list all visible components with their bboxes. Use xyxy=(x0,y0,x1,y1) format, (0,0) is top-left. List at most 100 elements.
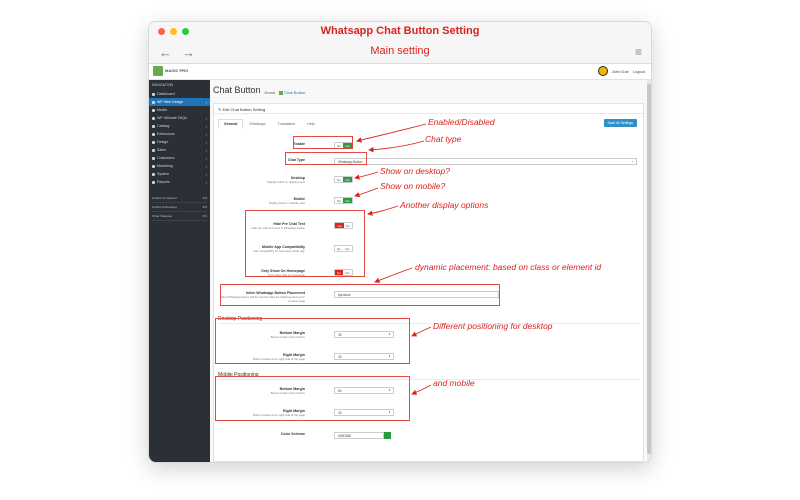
mobile-toggle[interactable]: No Yes xyxy=(334,197,353,204)
scrollbar-thumb[interactable] xyxy=(647,84,651,454)
section-title: Main setting xyxy=(370,45,430,57)
stat-value: 0% xyxy=(202,205,207,209)
sidebar-item-label: Design xyxy=(157,140,169,144)
gear-icon xyxy=(152,116,155,120)
window-title: Whatsapp Chat Button Setting xyxy=(320,25,480,37)
annotation-desktop: Show on desktop? xyxy=(380,166,450,176)
annotation-chat-type: Chat type xyxy=(425,134,462,144)
sidebar-item-label: WP Ultimate FAQs xyxy=(157,116,187,120)
sidebar-item-label: Media xyxy=(157,108,167,112)
color-swatch[interactable] xyxy=(384,432,391,439)
desktop-toggle[interactable]: No Yes xyxy=(334,176,353,183)
sidebar-item-design[interactable]: Design › xyxy=(149,138,210,146)
page-title: Chat Button xyxy=(213,85,261,95)
sidebar-item-wp-web-design[interactable]: WP Web Design › xyxy=(149,98,210,106)
chevron-right-icon: › xyxy=(205,139,207,145)
sidebar: NAVIGATION Dashboard WP Web Design › Medi… xyxy=(149,80,210,462)
logout-link[interactable]: Logout xyxy=(633,69,645,74)
toggle-no[interactable]: No xyxy=(335,177,343,182)
chevron-right-icon: › xyxy=(205,163,207,169)
hamburger-icon[interactable]: ≡ xyxy=(635,45,642,59)
window-titlebar: Whatsapp Chat Button Setting xyxy=(149,22,651,42)
sidebar-item-marketing[interactable]: Marketing › xyxy=(149,162,210,170)
chevron-right-icon: › xyxy=(205,115,207,121)
save-all-settings-button[interactable]: Save All Settings xyxy=(603,119,637,127)
stat-row: Orders Processing 0% xyxy=(152,203,207,212)
user-icon xyxy=(152,156,155,160)
annotation-desktop-positioning: Different positioning for desktop xyxy=(433,321,553,331)
sidebar-item-faqs[interactable]: WP Ultimate FAQs › xyxy=(149,114,210,122)
annotation-mobile: Show on mobile? xyxy=(380,181,446,191)
annotation-dynamic: dynamic placement: based on class or ele… xyxy=(415,262,602,272)
sidebar-item-label: Marketing xyxy=(157,164,173,168)
image-icon xyxy=(152,108,155,112)
sidebar-item-dashboard[interactable]: Dashboard xyxy=(149,90,210,98)
inline-placement-highlight xyxy=(220,284,500,306)
chart-icon xyxy=(152,180,155,184)
logo-icon xyxy=(153,66,163,76)
chevron-right-icon: › xyxy=(205,99,207,105)
sidebar-item-extensions[interactable]: Extensions › xyxy=(149,130,210,138)
desktop-positioning-highlight xyxy=(215,318,410,364)
scrollbar[interactable] xyxy=(647,80,651,462)
settings-tabs: General Whatsapp Translation Help xyxy=(218,119,321,129)
chevron-right-icon: › xyxy=(205,147,207,153)
share-icon xyxy=(152,164,155,168)
sidebar-item-reports[interactable]: Reports › xyxy=(149,178,210,186)
puzzle-icon xyxy=(152,132,155,136)
toggle-no[interactable]: No xyxy=(335,198,343,203)
puzzle-icon xyxy=(152,100,155,104)
breadcrumb-current-label: Chat Button xyxy=(284,90,306,95)
tab-general[interactable]: General xyxy=(218,119,244,129)
stat-row: Other Statuses 0% xyxy=(152,212,207,221)
avatar[interactable] xyxy=(597,66,608,76)
chat-type-highlight xyxy=(285,152,367,165)
sidebar-item-media[interactable]: Media xyxy=(149,106,210,114)
tag-icon xyxy=(152,124,155,128)
tab-translation[interactable]: Translation xyxy=(272,119,302,129)
sidebar-item-label: Catalog xyxy=(157,124,170,128)
sidebar-item-system[interactable]: System › xyxy=(149,170,210,178)
mobile-help: Display button in Mobile view xyxy=(268,201,305,205)
panel-heading-text: Edit Chat Button Setting xyxy=(222,107,266,112)
order-stats: Orders Completed 0% Orders Processing 0% O… xyxy=(152,194,207,221)
sidebar-item-label: Extensions xyxy=(157,132,175,136)
sidebar-item-label: Sales xyxy=(157,148,166,152)
cart-icon xyxy=(152,148,155,152)
user-menu[interactable]: John Doe Logout xyxy=(597,66,645,76)
nav-header: NAVIGATION xyxy=(152,83,174,87)
chevron-right-icon: › xyxy=(205,155,207,161)
toggle-yes[interactable]: Yes xyxy=(342,177,352,182)
color-scheme-input[interactable]: #25D366 xyxy=(334,432,384,439)
stat-label: Other Statuses xyxy=(152,214,173,218)
plugin-icon xyxy=(279,90,284,95)
annotation-enabled: Enabled/Disabled xyxy=(428,117,495,127)
sidebar-item-label: Reports xyxy=(157,180,170,184)
sidebar-item-catalog[interactable]: Catalog › xyxy=(149,122,210,130)
app-header: MAGIC PRO John Doe Logout xyxy=(149,64,651,80)
tab-help[interactable]: Help xyxy=(301,119,320,129)
sidebar-item-sales[interactable]: Sales › xyxy=(149,146,210,154)
sidebar-item-label: Customers xyxy=(157,156,175,160)
stat-label: Orders Completed xyxy=(152,196,177,200)
user-name[interactable]: John Doe xyxy=(612,69,629,74)
color-scheme-label: Color Scheme xyxy=(280,432,305,436)
chevron-right-icon: › xyxy=(205,179,207,185)
page-header: Chat Button Home Chat Button xyxy=(213,85,305,95)
browser-toolbar: ← → Main setting ≡ xyxy=(149,42,651,64)
breadcrumb-current[interactable]: Chat Button xyxy=(279,90,305,95)
desktop-label: Desktop Display button in desktop view xyxy=(267,176,305,184)
toggle-yes[interactable]: Yes xyxy=(342,198,352,203)
monitor-icon xyxy=(152,140,155,144)
dashboard-icon xyxy=(152,92,155,96)
chat-type-select[interactable]: Whatsapp Button ⌄ xyxy=(334,158,637,165)
chevron-right-icon: › xyxy=(205,131,207,137)
brand-logo[interactable]: MAGIC PRO xyxy=(153,66,188,76)
sidebar-item-customers[interactable]: Customers › xyxy=(149,154,210,162)
logo-text: MAGIC PRO xyxy=(165,68,189,73)
mobile-positioning-highlight xyxy=(215,376,410,421)
breadcrumb-home[interactable]: Home xyxy=(265,90,276,95)
tab-whatsapp[interactable]: Whatsapp xyxy=(243,119,271,129)
mobile-label: Mobile Display button in Mobile view xyxy=(269,197,305,205)
stat-value: 0% xyxy=(202,196,207,200)
